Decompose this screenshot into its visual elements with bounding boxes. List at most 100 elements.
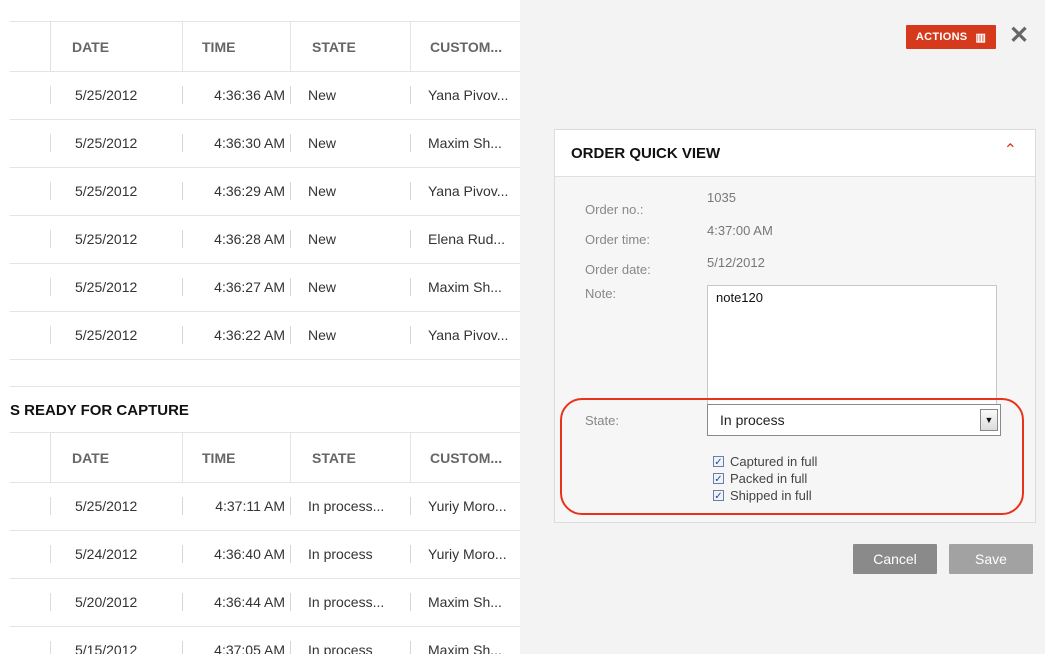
column-header-date[interactable]: DATE bbox=[72, 433, 172, 482]
order-time-label: Order time: bbox=[585, 232, 651, 247]
chevron-up-icon[interactable]: ⌃ bbox=[1004, 140, 1017, 160]
table-row[interactable]: 5/20/2012 4:36:44 AM In process... Maxim Sh… bbox=[10, 578, 520, 627]
order-no-value: 1035 bbox=[707, 190, 736, 205]
cancel-button[interactable]: Cancel bbox=[853, 544, 937, 574]
cell-date: 5/25/2012 bbox=[75, 231, 138, 247]
cell-time: 4:36:44 AM bbox=[214, 594, 285, 610]
column-header-customer[interactable]: CUSTOM... bbox=[430, 22, 520, 71]
row-select-cell[interactable] bbox=[10, 641, 51, 654]
order-date-label: Order date: bbox=[585, 262, 651, 277]
cell-customer: Yana Pivov... bbox=[428, 87, 509, 103]
grid-header-select-column bbox=[10, 433, 51, 482]
column-divider bbox=[410, 641, 411, 654]
column-divider bbox=[290, 326, 291, 344]
quick-view-title: ORDER QUICK VIEW bbox=[571, 145, 721, 162]
column-divider bbox=[290, 593, 291, 611]
column-divider bbox=[410, 22, 411, 71]
row-select-cell[interactable] bbox=[10, 230, 51, 248]
cell-state: New bbox=[308, 279, 337, 295]
cell-customer: Yana Pivov... bbox=[428, 183, 509, 199]
column-header-customer[interactable]: CUSTOM... bbox=[430, 433, 520, 482]
close-icon[interactable]: ✕ bbox=[1009, 21, 1029, 51]
column-header-state[interactable]: STATE bbox=[312, 433, 407, 482]
column-divider bbox=[290, 278, 291, 296]
note-textarea[interactable]: note120 bbox=[707, 285, 997, 405]
table-row[interactable]: 5/25/2012 4:36:28 AM New Elena Rud... bbox=[10, 215, 520, 264]
table-row[interactable]: 5/15/2012 4:37:05 AM In process Maxim Sh... bbox=[10, 626, 520, 654]
cell-state: New bbox=[308, 87, 337, 103]
cell-time: 4:36:27 AM bbox=[214, 279, 285, 295]
cell-state: New bbox=[308, 135, 337, 151]
column-divider bbox=[290, 433, 291, 482]
row-select-cell[interactable] bbox=[10, 593, 51, 611]
table-row[interactable]: 5/25/2012 4:37:11 AM In process... Yuriy Mo… bbox=[10, 482, 520, 531]
cell-state: New bbox=[308, 327, 337, 343]
order-detail-panel: ACTIONS ▥ ✕ ORDER QUICK VIEW ⌃ Order no.… bbox=[520, 0, 1045, 654]
table-row[interactable]: 5/25/2012 4:36:30 AM New Maxim Sh... bbox=[10, 119, 520, 168]
column-divider bbox=[410, 545, 411, 563]
row-select-cell[interactable] bbox=[10, 545, 51, 563]
column-divider bbox=[290, 545, 291, 563]
cell-customer: Maxim Sh... bbox=[428, 642, 502, 654]
grid-header: DATE TIME STATE CUSTOM... bbox=[10, 21, 520, 72]
column-divider bbox=[290, 22, 291, 71]
cell-date: 5/25/2012 bbox=[75, 87, 138, 103]
column-divider bbox=[410, 182, 411, 200]
table-row[interactable]: 5/25/2012 4:36:22 AM New Yana Pivov... bbox=[10, 311, 520, 360]
column-divider bbox=[410, 497, 411, 515]
state-highlight-outline bbox=[560, 398, 1024, 515]
cell-customer: Yuriy Moro... bbox=[428, 546, 507, 562]
row-select-cell[interactable] bbox=[10, 86, 51, 104]
column-divider bbox=[410, 278, 411, 296]
row-select-cell[interactable] bbox=[10, 278, 51, 296]
column-divider bbox=[410, 593, 411, 611]
cell-customer: Maxim Sh... bbox=[428, 594, 502, 610]
order-no-label: Order no.: bbox=[585, 202, 644, 217]
cell-time: 4:36:22 AM bbox=[214, 327, 285, 343]
cell-time: 4:37:05 AM bbox=[214, 642, 285, 654]
column-divider bbox=[410, 86, 411, 104]
orders-list-pane: DATE TIME STATE CUSTOM... 5/25/2012 4:36:… bbox=[0, 0, 520, 654]
column-divider bbox=[290, 641, 291, 654]
cell-date: 5/25/2012 bbox=[75, 183, 138, 199]
actions-button[interactable]: ACTIONS ▥ bbox=[906, 25, 996, 49]
cell-state: In process... bbox=[308, 594, 385, 610]
cell-customer: Yuriy Moro... bbox=[428, 498, 507, 514]
row-select-cell[interactable] bbox=[10, 134, 51, 152]
table-row[interactable]: 5/25/2012 4:36:36 AM New Yana Pivov... bbox=[10, 71, 520, 120]
row-select-cell[interactable] bbox=[10, 182, 51, 200]
save-button[interactable]: Save bbox=[949, 544, 1033, 574]
cell-date: 5/25/2012 bbox=[75, 498, 138, 514]
cell-state: New bbox=[308, 231, 337, 247]
cell-date: 5/25/2012 bbox=[75, 279, 138, 295]
cell-time: 4:36:28 AM bbox=[214, 231, 285, 247]
cell-state: In process... bbox=[308, 498, 385, 514]
cell-customer: Yana Pivov... bbox=[428, 327, 509, 343]
cell-customer: Maxim Sh... bbox=[428, 135, 502, 151]
actions-label: ACTIONS bbox=[915, 31, 968, 43]
cell-date: 5/25/2012 bbox=[75, 135, 138, 151]
cell-customer: Maxim Sh... bbox=[428, 279, 502, 295]
grid-header: DATE TIME STATE CUSTOM... bbox=[10, 432, 520, 483]
column-divider bbox=[410, 326, 411, 344]
table-row[interactable]: 5/25/2012 4:36:29 AM New Yana Pivov... bbox=[10, 167, 520, 216]
column-divider bbox=[290, 86, 291, 104]
cell-time: 4:36:29 AM bbox=[214, 183, 285, 199]
note-label: Note: bbox=[585, 286, 617, 301]
order-date-value: 5/12/2012 bbox=[707, 255, 765, 270]
row-select-cell[interactable] bbox=[10, 326, 51, 344]
column-header-state[interactable]: STATE bbox=[312, 22, 407, 71]
column-header-time[interactable]: TIME bbox=[202, 22, 282, 71]
quick-view-header[interactable]: ORDER QUICK VIEW ⌃ bbox=[555, 130, 1035, 177]
column-divider bbox=[410, 230, 411, 248]
column-divider bbox=[410, 134, 411, 152]
table-row[interactable]: 5/24/2012 4:36:40 AM In process Yuriy Moro.… bbox=[10, 530, 520, 579]
table-row[interactable]: 5/25/2012 4:36:27 AM New Maxim Sh... bbox=[10, 263, 520, 312]
row-select-cell[interactable] bbox=[10, 497, 51, 515]
cell-state: In process bbox=[308, 642, 373, 654]
column-divider bbox=[182, 22, 183, 71]
column-header-time[interactable]: TIME bbox=[202, 433, 282, 482]
cell-customer: Elena Rud... bbox=[428, 231, 506, 247]
cell-date: 5/20/2012 bbox=[75, 594, 138, 610]
column-header-date[interactable]: DATE bbox=[72, 22, 172, 71]
